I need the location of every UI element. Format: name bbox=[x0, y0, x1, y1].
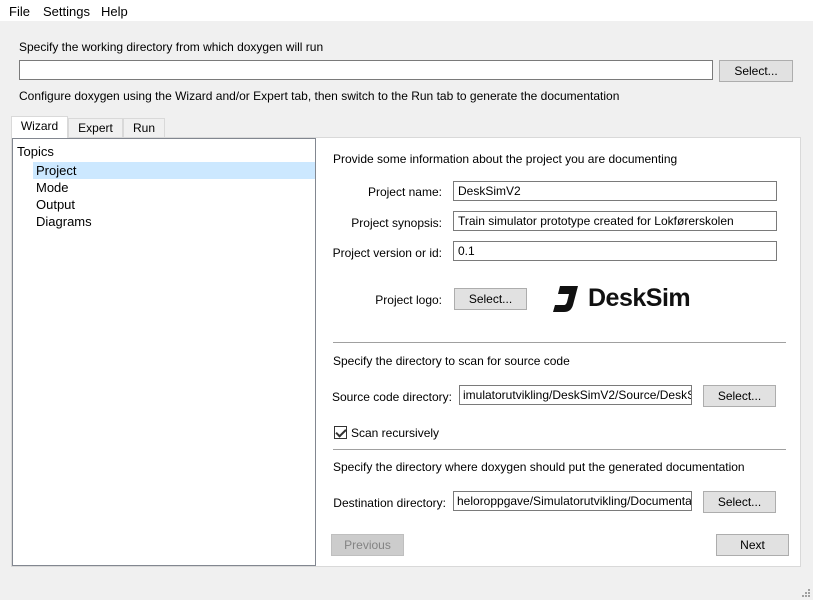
source-intro: Specify the directory to scan for source… bbox=[333, 354, 570, 368]
source-directory-input[interactable]: imulatorutvikling/DeskSimV2/Source/DeskS… bbox=[459, 385, 692, 405]
project-name-input[interactable]: DeskSimV2 bbox=[453, 181, 777, 201]
destination-directory-input[interactable]: heloroppgave/Simulatorutvikling/Document… bbox=[453, 491, 692, 511]
project-synopsis-input[interactable]: Train simulator prototype created for Lo… bbox=[453, 211, 777, 231]
workdir-select-button[interactable]: Select... bbox=[719, 60, 793, 82]
topic-mode[interactable]: Mode bbox=[33, 179, 315, 196]
project-logo-select-button[interactable]: Select... bbox=[454, 288, 527, 310]
topic-project[interactable]: Project bbox=[33, 162, 315, 179]
divider-1 bbox=[333, 342, 786, 343]
scan-recursively-checkbox[interactable] bbox=[334, 426, 347, 439]
desksim-logo-icon bbox=[553, 286, 578, 312]
desksim-logo-text: DeskSim bbox=[588, 284, 691, 312]
project-logo-label: Project logo: bbox=[375, 293, 442, 307]
topics-title: Topics bbox=[17, 144, 54, 159]
source-select-button[interactable]: Select... bbox=[703, 385, 776, 407]
topic-output[interactable]: Output bbox=[33, 196, 315, 213]
destination-label: Destination directory: bbox=[333, 496, 446, 510]
destination-select-button[interactable]: Select... bbox=[703, 491, 776, 513]
tab-wizard[interactable]: Wizard bbox=[11, 116, 68, 138]
menu-settings[interactable]: Settings bbox=[43, 4, 90, 19]
workdir-label: Specify the working directory from which… bbox=[19, 40, 324, 54]
divider-2 bbox=[333, 449, 786, 450]
scan-recursively-label: Scan recursively bbox=[351, 426, 440, 440]
destination-intro: Specify the directory where doxygen shou… bbox=[333, 460, 745, 474]
project-synopsis-label: Project synopsis: bbox=[351, 216, 442, 230]
tab-run[interactable]: Run bbox=[123, 118, 165, 138]
menu-file[interactable]: File bbox=[9, 4, 30, 19]
source-label: Source code directory: bbox=[331, 390, 452, 404]
workdir-input[interactable] bbox=[19, 60, 713, 80]
next-button[interactable]: Next bbox=[716, 534, 789, 556]
project-intro: Provide some information about the proje… bbox=[333, 152, 678, 166]
menu-help[interactable]: Help bbox=[101, 4, 128, 19]
tab-expert[interactable]: Expert bbox=[68, 118, 123, 138]
topics-tree[interactable]: Topics Project Mode Output Diagrams bbox=[12, 138, 316, 566]
project-version-input[interactable]: 0.1 bbox=[453, 241, 777, 261]
project-version-label: Project version or id: bbox=[332, 246, 442, 260]
config-hint: Configure doxygen using the Wizard and/o… bbox=[19, 89, 620, 103]
project-name-label: Project name: bbox=[367, 185, 442, 199]
topic-diagrams[interactable]: Diagrams bbox=[33, 213, 315, 230]
menu-bar: File Settings Help bbox=[0, 0, 813, 22]
resize-grip-icon[interactable] bbox=[800, 587, 810, 597]
previous-button[interactable]: Previous bbox=[331, 534, 404, 556]
